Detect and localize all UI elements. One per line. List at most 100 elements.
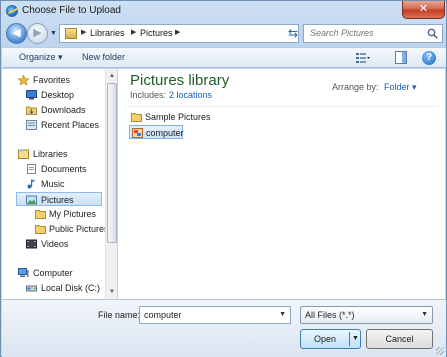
sidebar-item-label: Pictures — [41, 195, 74, 205]
cancel-button[interactable]: Cancel — [366, 329, 433, 349]
open-options-dropdown-icon[interactable]: ▼ — [352, 335, 359, 342]
scroll-up-icon[interactable]: ▲ — [107, 71, 117, 81]
recent-locations-dropdown[interactable]: ▼ — [50, 30, 57, 37]
videos-icon — [26, 239, 37, 249]
sidebar-item-videos[interactable]: Videos — [26, 237, 100, 251]
music-icon — [27, 179, 36, 189]
desktop-icon — [26, 90, 37, 100]
sidebar-item-documents[interactable]: Documents — [26, 162, 100, 176]
preview-pane-icon[interactable] — [395, 51, 407, 64]
title-bar[interactable]: Choose File to Upload ✕ — [1, 1, 446, 21]
refresh-icon: ⇆ — [287, 26, 299, 40]
libraries-icon — [18, 149, 29, 159]
resize-grip-icon[interactable] — [436, 347, 444, 355]
recent-places-icon — [26, 120, 37, 130]
library-title: Pictures library — [130, 72, 230, 89]
sidebar-item-label: Favorites — [33, 75, 71, 85]
file-item-label: Sample Pictures — [145, 112, 211, 122]
sidebar-item-label: Local Disk (C:) — [41, 283, 101, 293]
downloads-icon — [26, 106, 37, 115]
open-button-label: Open — [313, 334, 337, 344]
file-type-select[interactable]: All Files (*.*) ▼ — [300, 306, 433, 324]
navigation-bar: ◀ ▶ ▼ ▶ Libraries ▶ Pictures ▶ ▼ ⇆ — [5, 23, 443, 45]
new-folder-button[interactable]: New folder — [82, 52, 125, 62]
file-list-pane: Pictures library Includes: 2 locations A… — [118, 69, 445, 299]
search-icon[interactable] — [427, 28, 438, 39]
arrow-right-icon: ▶ — [33, 27, 42, 39]
file-type-value: All Files (*.*) — [305, 310, 355, 320]
file-item-computer[interactable]: computer — [129, 125, 184, 139]
breadcrumb-separator-icon[interactable]: ▶ — [81, 28, 86, 36]
refresh-button[interactable]: ⇆ — [284, 24, 302, 43]
sidebar-item-label: Desktop — [41, 90, 75, 100]
star-icon — [18, 75, 29, 85]
navigation-pane-scrollbar[interactable]: ▲ ▼ — [105, 69, 117, 299]
sidebar-item-label: Libraries — [33, 149, 68, 159]
command-toolbar: Organize ▾ New folder ? — [2, 47, 446, 68]
breadcrumb-pictures[interactable]: Pictures — [140, 28, 173, 38]
sidebar-item-label: Documents — [41, 164, 87, 174]
scroll-down-icon[interactable]: ▼ — [107, 287, 117, 297]
image-file-icon — [132, 128, 143, 138]
sidebar-item-my-pictures[interactable]: My Pictures — [35, 207, 102, 221]
sidebar-item-label: Public Pictures — [49, 224, 105, 234]
chevron-down-icon[interactable]: ▼ — [279, 311, 286, 318]
organize-menu-button[interactable]: Organize ▾ — [19, 52, 63, 63]
sidebar-item-downloads[interactable]: Downloads — [26, 103, 100, 117]
sidebar-item-public-pictures[interactable]: Public Pictures — [35, 222, 105, 236]
sidebar-item-music[interactable]: Music — [26, 177, 100, 191]
file-name-label: File name: — [98, 310, 141, 320]
locations-link[interactable]: 2 locations — [169, 90, 212, 100]
sidebar-item-label: Downloads — [41, 105, 86, 115]
sidebar-item-computer[interactable]: Computer — [18, 266, 98, 280]
file-item-sample-pictures[interactable]: Sample Pictures — [129, 110, 219, 124]
search-box[interactable] — [303, 24, 443, 43]
open-button[interactable]: Open ▼ — [300, 329, 361, 349]
arrange-by-label: Arrange by: — [332, 82, 379, 92]
file-name-input[interactable] — [144, 310, 274, 320]
browser-app-icon — [6, 5, 18, 17]
sidebar-item-label: Videos — [41, 239, 69, 249]
breadcrumb-libraries[interactable]: Libraries — [90, 28, 125, 38]
file-item-label: computer — [146, 128, 184, 138]
pictures-icon — [26, 195, 37, 205]
sidebar-item-label: My Pictures — [49, 209, 97, 219]
address-bar[interactable]: ▶ Libraries ▶ Pictures ▶ ▼ — [59, 24, 338, 43]
folder-icon — [131, 113, 142, 122]
disk-icon — [26, 285, 37, 292]
header-divider — [126, 106, 438, 107]
file-name-combobox[interactable]: ▼ — [139, 306, 291, 324]
breadcrumb-separator-icon[interactable]: ▶ — [175, 28, 180, 36]
back-button[interactable]: ◀ — [6, 23, 27, 44]
change-view-icon[interactable] — [356, 52, 370, 64]
sidebar-item-label: Computer — [33, 268, 73, 278]
sidebar-item-favorites[interactable]: Favorites — [18, 73, 98, 87]
scrollbar-thumb[interactable] — [107, 83, 117, 243]
sidebar-item-label: Music — [41, 179, 65, 189]
sidebar-item-recent-places[interactable]: Recent Places — [26, 118, 102, 132]
chevron-down-icon: ▼ — [421, 311, 428, 318]
computer-icon — [18, 268, 29, 277]
libraries-icon — [65, 28, 77, 39]
folder-icon — [35, 210, 46, 219]
close-button[interactable]: ✕ — [402, 1, 445, 19]
sidebar-item-libraries[interactable]: Libraries — [18, 147, 98, 161]
folder-icon — [35, 225, 46, 234]
navigation-pane: Favorites Desktop Downloads Recent Place… — [2, 69, 105, 299]
dialog-footer: File name: ▼ All Files (*.*) ▼ Open ▼ Ca… — [2, 299, 446, 357]
arrange-by-dropdown[interactable]: Folder ▾ — [384, 82, 417, 93]
forward-button[interactable]: ▶ — [27, 23, 48, 44]
file-dialog-window: Choose File to Upload ✕ ◀ ▶ ▼ ▶ Librarie… — [0, 0, 447, 357]
split-divider — [349, 332, 350, 346]
help-icon[interactable]: ? — [422, 51, 436, 65]
search-input[interactable] — [310, 28, 420, 38]
arrow-left-icon: ◀ — [12, 27, 21, 39]
includes-label: Includes: — [130, 90, 167, 100]
sidebar-item-local-disk[interactable]: Local Disk (C:) — [26, 281, 102, 295]
breadcrumb-separator-icon[interactable]: ▶ — [131, 28, 136, 36]
sidebar-item-desktop[interactable]: Desktop — [26, 88, 100, 102]
sidebar-item-pictures[interactable]: Pictures — [16, 192, 102, 206]
sidebar-item-label: Recent Places — [41, 120, 100, 130]
documents-icon — [27, 164, 36, 174]
chevron-down-icon: ▼ — [50, 30, 57, 37]
